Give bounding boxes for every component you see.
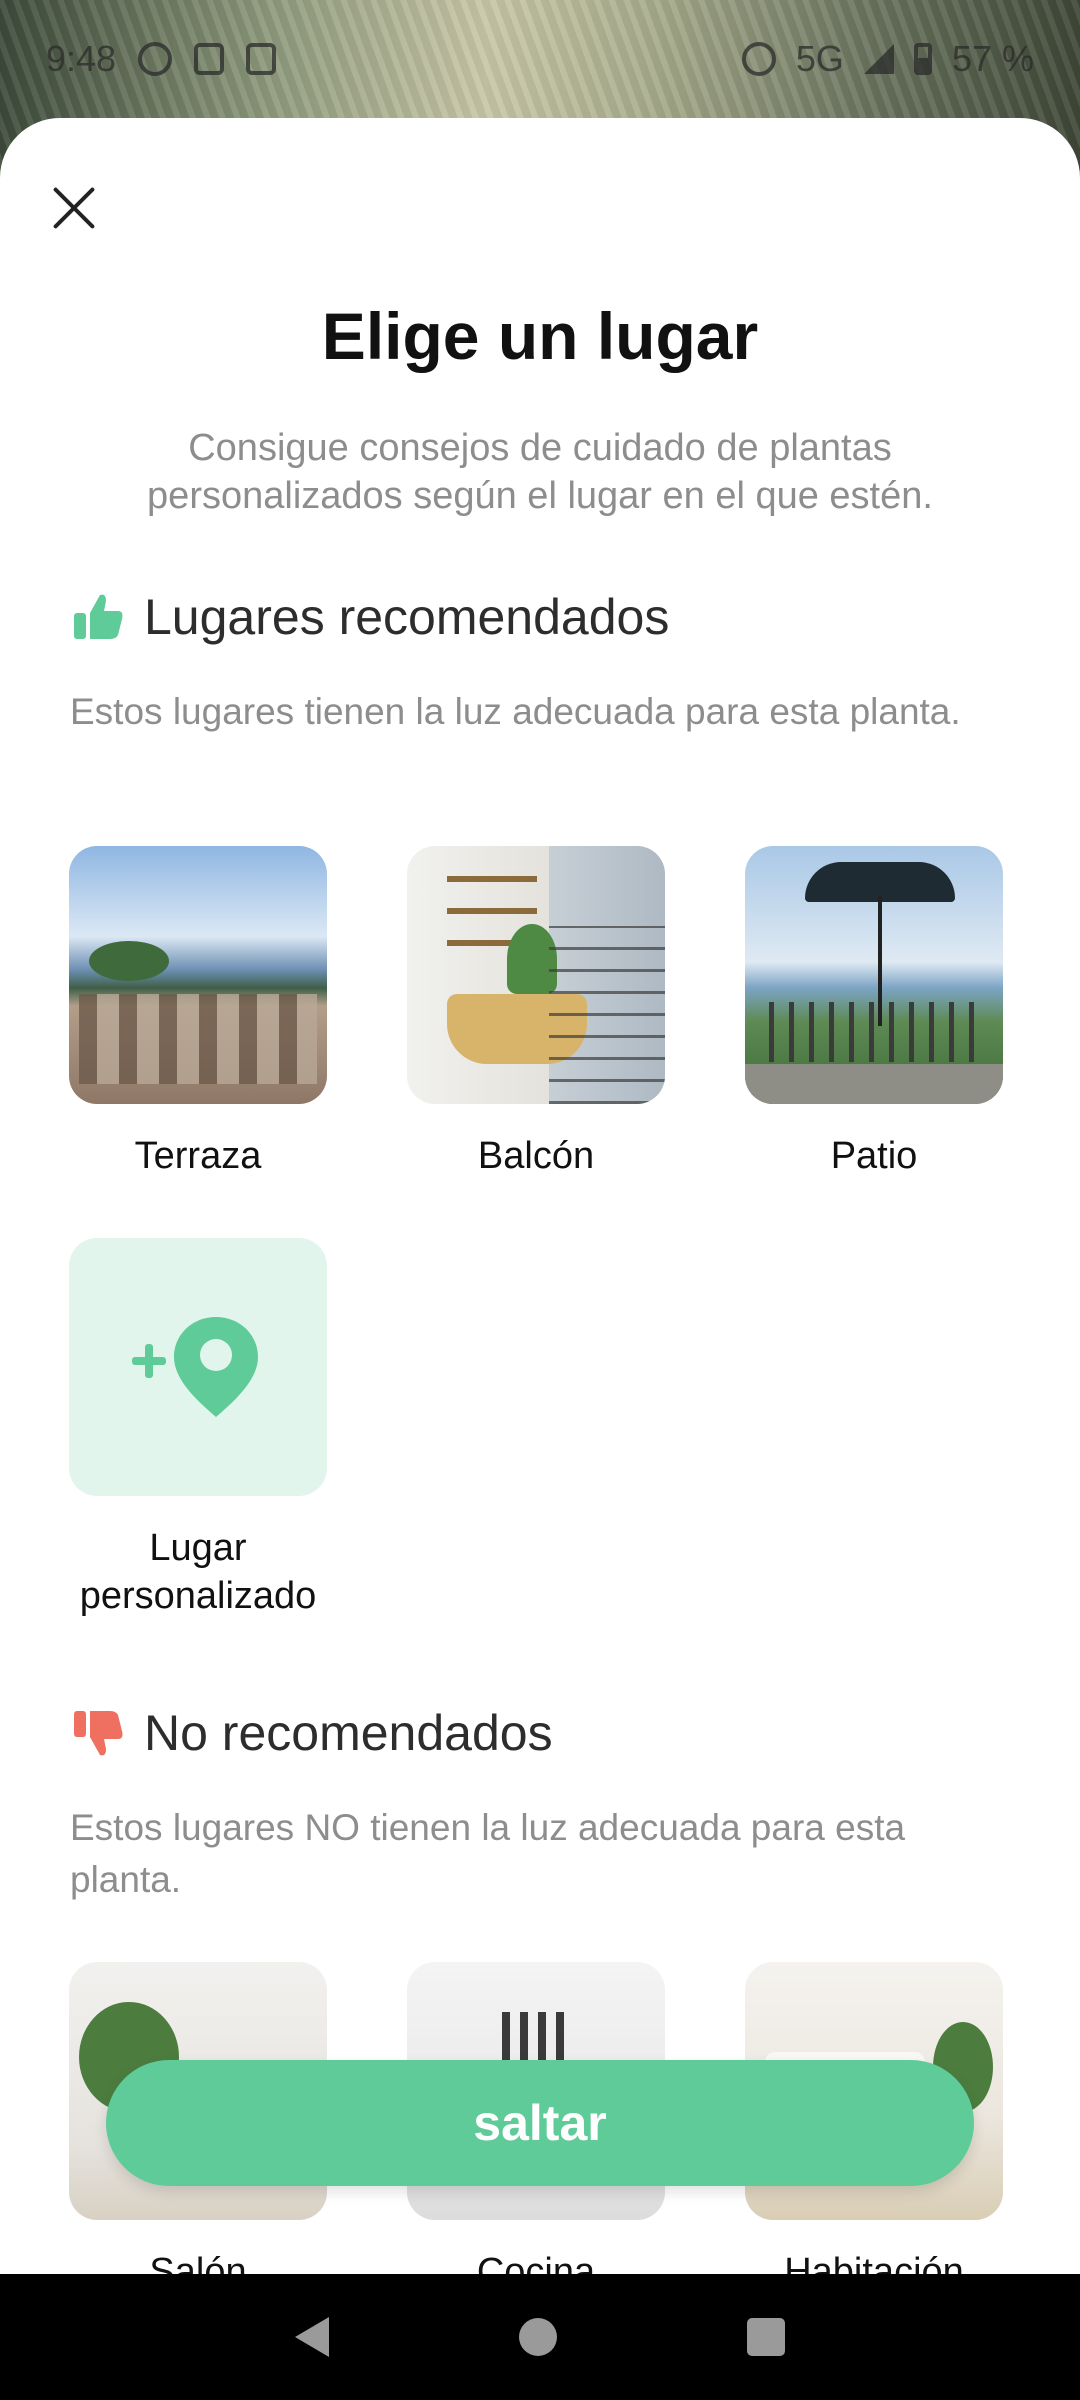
recent-apps-icon[interactable] <box>747 2318 785 2356</box>
thumbs-up-icon <box>74 594 123 639</box>
whatsapp-icon <box>138 42 173 76</box>
place-label: Salón <box>149 2251 247 2274</box>
status-bar: 9:48 5G 57 % <box>0 0 1080 118</box>
choose-place-sheet: Elige un lugar Consigue consejos de cuid… <box>0 118 1080 2274</box>
signal-icon <box>863 44 894 74</box>
place-label: Balcón <box>477 1135 595 1177</box>
system-navigation-bar <box>0 2274 1080 2400</box>
not-recommended-heading-label: No recomendados <box>144 1705 553 1761</box>
add-location-icon <box>132 1317 258 1417</box>
recommended-heading-label: Lugares recomendados <box>144 589 670 645</box>
place-label: Terraza <box>134 1135 262 1177</box>
back-icon[interactable] <box>295 2317 329 2357</box>
battery-icon <box>913 43 932 75</box>
place-label: Cocina <box>476 2251 596 2274</box>
terraza-image <box>69 846 327 1104</box>
page-title: Elige un lugar <box>321 299 759 373</box>
home-icon[interactable] <box>519 2318 557 2356</box>
place-tile-custom[interactable]: Lugar personalizado <box>69 1238 327 1620</box>
instagram-icon <box>246 43 277 75</box>
skip-button[interactable]: saltar <box>106 2060 974 2186</box>
thumbs-down-icon <box>74 1711 123 1756</box>
page-subtitle: Consigue consejos de cuidado de plantas … <box>147 427 933 517</box>
patio-image <box>745 846 1003 1104</box>
close-icon[interactable] <box>44 178 104 238</box>
network-type: 5G <box>795 38 844 79</box>
place-tile-balcon[interactable]: Balcón <box>407 846 665 1180</box>
place-label: Habitación <box>784 2251 964 2274</box>
recommended-heading: Lugares recomendados <box>70 588 669 646</box>
battery-level: 57 % <box>951 38 1034 79</box>
place-tile-terraza[interactable]: Terraza <box>69 846 327 1180</box>
place-label: Patio <box>830 1135 918 1177</box>
place-label: Lugar personalizado <box>79 1527 317 1617</box>
not-recommended-description: Estos lugares NO tienen la luz adecuada … <box>70 1807 906 1900</box>
custom-place-image <box>69 1238 327 1496</box>
mute-icon <box>741 42 776 76</box>
recommended-description: Estos lugares tienen la luz adecuada par… <box>70 691 961 732</box>
not-recommended-heading: No recomendados <box>70 1704 553 1762</box>
balcon-image <box>407 846 665 1104</box>
status-time: 9:48 <box>46 38 117 79</box>
notification-icon <box>194 43 225 75</box>
place-tile-patio[interactable]: Patio <box>745 846 1003 1180</box>
